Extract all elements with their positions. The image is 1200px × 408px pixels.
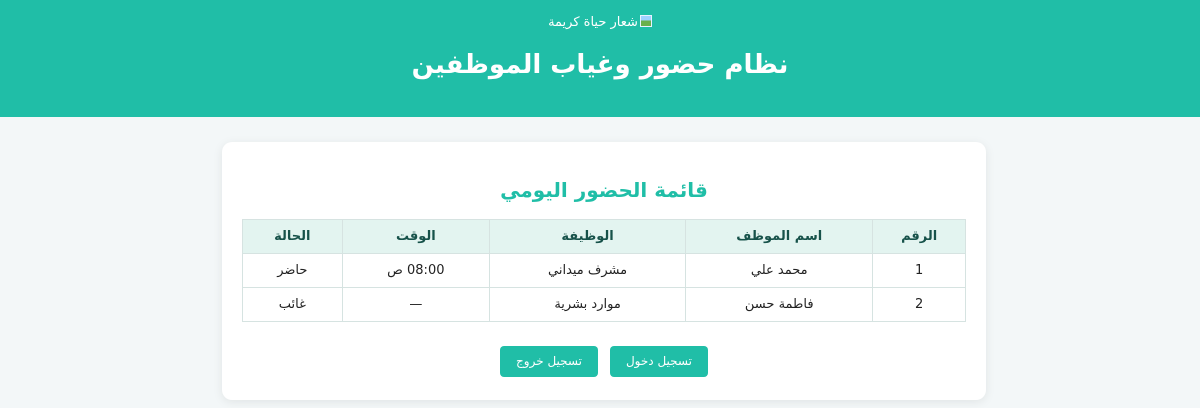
column-header-employee-name: اسم الموظف bbox=[685, 219, 874, 254]
broken-image-icon bbox=[639, 15, 652, 27]
column-header-status: الحالة bbox=[242, 219, 343, 254]
attendance-card: قائمة الحضور اليومي الرقم اسم الموظف الو… bbox=[222, 142, 986, 400]
page-header: شعار حياة كريمة نظام حضور وغياب الموظفين bbox=[0, 0, 1200, 117]
cell-job: موارد بشرية bbox=[488, 287, 687, 322]
cell-job: مشرف ميداني bbox=[488, 253, 687, 288]
column-header-job: الوظيفة bbox=[488, 219, 687, 254]
table-row: 1 محمد علي مشرف ميداني 08:00 ص حاضر bbox=[242, 253, 966, 288]
cell-employee-name: فاطمة حسن bbox=[685, 287, 874, 322]
table-header-row: الرقم اسم الموظف الوظيفة الوقت الحالة bbox=[242, 219, 966, 254]
column-header-time: الوقت bbox=[341, 219, 491, 254]
cell-number: 1 bbox=[872, 253, 966, 288]
page-title: نظام حضور وغياب الموظفين bbox=[411, 50, 789, 80]
check-out-button[interactable]: تسجيل خروج bbox=[500, 346, 598, 377]
cell-employee-name: محمد علي bbox=[685, 253, 874, 288]
column-header-number: الرقم bbox=[872, 219, 966, 254]
table-row: 2 فاطمة حسن موارد بشرية — غائب bbox=[242, 287, 966, 322]
logo: شعار حياة كريمة bbox=[0, 15, 1200, 30]
cell-number: 2 bbox=[872, 287, 966, 322]
check-in-button[interactable]: تسجيل دخول bbox=[609, 346, 708, 377]
card-title: قائمة الحضور اليومي bbox=[500, 178, 708, 202]
attendance-table: الرقم اسم الموظف الوظيفة الوقت الحالة 1 … bbox=[242, 219, 966, 322]
logo-alt-text: شعار حياة كريمة bbox=[548, 15, 638, 30]
cell-time: 08:00 ص bbox=[341, 253, 491, 288]
action-buttons: تسجيل دخول تسجيل خروج bbox=[222, 346, 986, 377]
cell-time: — bbox=[341, 287, 491, 322]
cell-status: حاضر bbox=[242, 253, 343, 288]
cell-status: غائب bbox=[242, 287, 343, 322]
